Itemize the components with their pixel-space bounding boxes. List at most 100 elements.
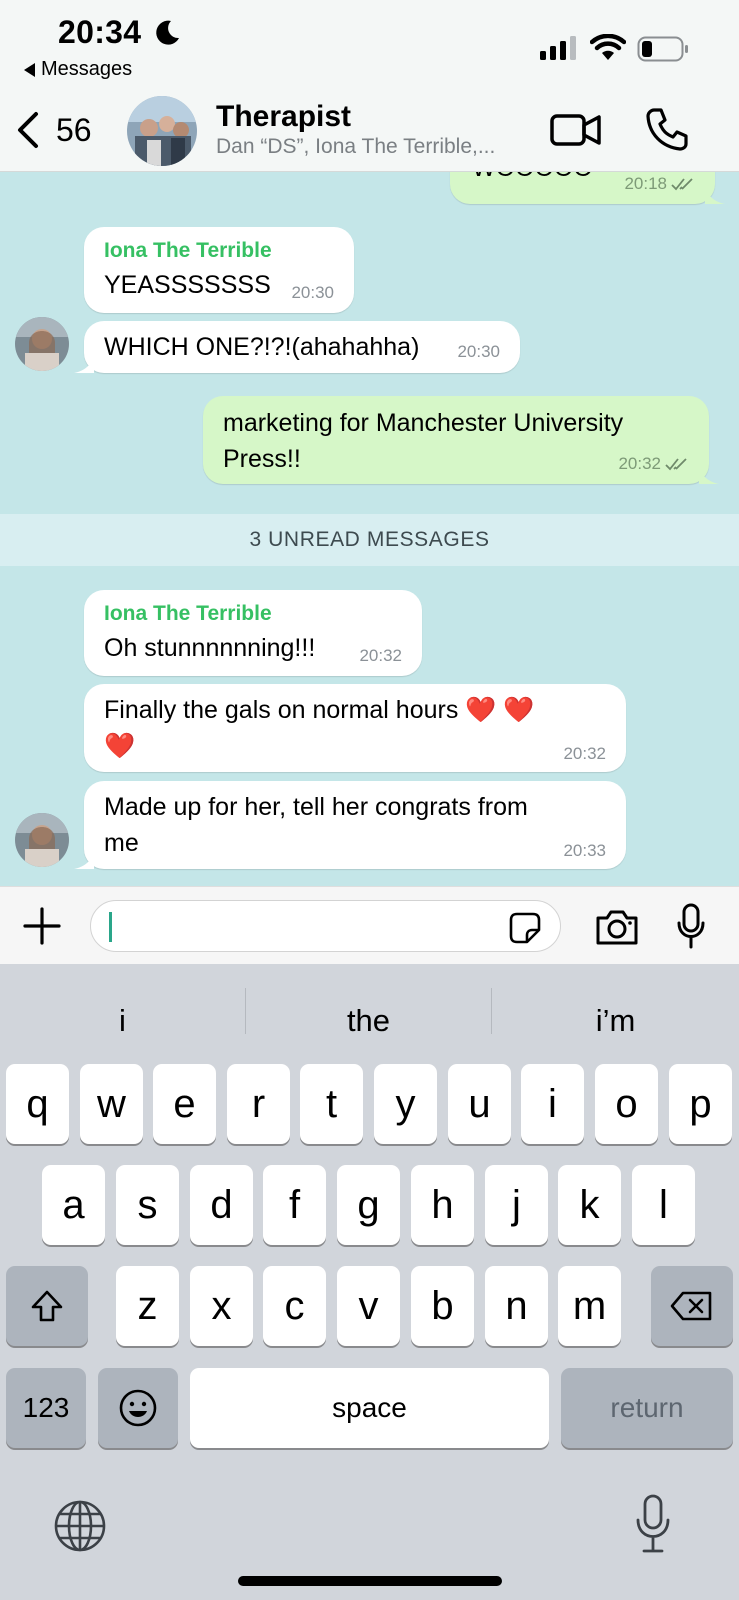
key-x[interactable]: x [190, 1266, 253, 1346]
battery-icon [637, 36, 688, 62]
sender-name[interactable]: Iona The Terrible [104, 239, 272, 263]
chat-header: 20:34 Messages 56 Therapist Dan “DS”, Io… [0, 0, 739, 172]
read-ticks-icon [671, 178, 693, 191]
message-text: Oh stunnnnnning!!! [104, 634, 316, 662]
sender-name[interactable]: Iona The Terrible [104, 602, 272, 626]
message-bubble[interactable]: Made up for her, tell her congrats from … [74, 781, 626, 869]
message-time: 20:33 [563, 841, 606, 860]
message-text: marketing for Manchester University [223, 409, 624, 437]
message-bubble[interactable]: WOOOOO 20:18 [450, 172, 725, 204]
key-l[interactable]: l [632, 1165, 695, 1245]
message-text: Made up for her, tell her congrats from [104, 793, 528, 821]
suggestion-1[interactable]: i [0, 988, 245, 1054]
message-bubble[interactable]: WHICH ONE?!?!(ahahahha) 20:30 [74, 321, 520, 373]
bubble-tail [74, 851, 94, 869]
group-avatar[interactable] [127, 96, 197, 166]
unread-chats-count: 56 [56, 111, 92, 148]
message-time: 20:30 [457, 342, 500, 361]
member-avatar[interactable] [15, 317, 69, 371]
message-text: YEASSSSSSS [104, 271, 271, 299]
member-photo-image [15, 317, 69, 371]
shift-icon [31, 1290, 63, 1322]
microphone-icon[interactable] [676, 903, 706, 949]
delete-key[interactable] [651, 1266, 733, 1346]
key-y[interactable]: y [374, 1064, 437, 1144]
back-app-label: Messages [41, 58, 133, 80]
space-key[interactable]: space [190, 1368, 549, 1448]
back-triangle-icon [24, 62, 35, 77]
bubble-tail [74, 355, 94, 373]
key-k[interactable]: k [558, 1165, 621, 1245]
back-to-messages-link[interactable]: Messages [24, 58, 132, 81]
key-r[interactable]: r [227, 1064, 290, 1144]
moon-icon [156, 20, 179, 45]
chevron-left-icon [18, 112, 38, 148]
key-v[interactable]: v [337, 1266, 400, 1346]
group-photo-image [127, 96, 197, 166]
message-text: ❤️ [104, 732, 136, 760]
voice-call-button[interactable] [644, 106, 690, 152]
message-input[interactable] [90, 900, 561, 952]
key-i[interactable]: i [521, 1064, 584, 1144]
emoji-icon [119, 1389, 157, 1427]
message-time: 20:32 [563, 744, 606, 763]
message-bubble[interactable]: Iona The Terrible Oh stunnnnnning!!! 20:… [84, 590, 422, 676]
status-time: 20:34 [58, 14, 142, 50]
message-bubble[interactable]: Iona The Terrible YEASSSSSSS 20:30 [84, 227, 354, 313]
keyboard: i the i’m q w e r t y u i o p a s d f g … [0, 964, 739, 1600]
key-f[interactable]: f [263, 1165, 326, 1245]
emoji-key[interactable] [98, 1368, 178, 1448]
key-m[interactable]: m [558, 1266, 621, 1346]
message-bubble[interactable]: marketing for Manchester University Pres… [203, 396, 719, 484]
chat-members-subtitle[interactable]: Dan “DS”, Iona The Terrible,... [216, 135, 495, 159]
read-ticks-icon [665, 458, 687, 471]
numbers-key[interactable]: 123 [6, 1368, 86, 1448]
message-text: WHICH ONE?!?!(ahahahha) [104, 333, 420, 361]
return-key[interactable]: return [561, 1368, 733, 1448]
bubble-tail [699, 466, 719, 484]
composer-bar [0, 886, 739, 964]
message-time: 20:32 [618, 454, 661, 473]
signal-icon [540, 36, 576, 60]
message-text: Finally the gals on normal hours ❤️ ❤️ [104, 696, 535, 724]
back-button[interactable]: 56 [14, 108, 92, 152]
chat-title[interactable]: Therapist [216, 100, 351, 134]
key-j[interactable]: j [485, 1165, 548, 1245]
message-text: me [104, 829, 139, 857]
key-d[interactable]: d [190, 1165, 253, 1245]
key-b[interactable]: b [411, 1266, 474, 1346]
message-list[interactable]: WOOOOO 20:18 Iona The Terrible YEASSSSSS… [0, 172, 739, 886]
key-a[interactable]: a [42, 1165, 105, 1245]
video-call-button[interactable] [550, 108, 602, 152]
key-g[interactable]: g [337, 1165, 400, 1245]
key-z[interactable]: z [116, 1266, 179, 1346]
message-time: 20:32 [359, 646, 402, 665]
key-u[interactable]: u [448, 1064, 511, 1144]
home-indicator[interactable] [238, 1576, 502, 1586]
camera-icon[interactable] [594, 907, 640, 947]
numbers-key-label: 123 [22, 1392, 70, 1423]
key-s[interactable]: s [116, 1165, 179, 1245]
suggestion-3[interactable]: i’m [492, 988, 739, 1054]
key-w[interactable]: w [80, 1064, 143, 1144]
shift-key[interactable] [6, 1266, 88, 1346]
key-h[interactable]: h [411, 1165, 474, 1245]
globe-icon[interactable] [53, 1499, 107, 1553]
message-bubble[interactable]: Finally the gals on normal hours ❤️ ❤️ ❤… [84, 684, 626, 772]
key-e[interactable]: e [153, 1064, 216, 1144]
key-q[interactable]: q [6, 1064, 69, 1144]
dictation-microphone-icon[interactable] [634, 1494, 672, 1554]
message-time: 20:30 [291, 283, 334, 302]
suggestion-2[interactable]: the [246, 988, 491, 1054]
key-p[interactable]: p [669, 1064, 732, 1144]
key-c[interactable]: c [263, 1266, 326, 1346]
attach-plus-button[interactable] [22, 906, 62, 946]
key-n[interactable]: n [485, 1266, 548, 1346]
sticker-icon[interactable] [508, 911, 542, 945]
member-avatar[interactable] [15, 813, 69, 867]
message-text: WOOOOO [472, 172, 593, 186]
key-t[interactable]: t [300, 1064, 363, 1144]
text-caret [109, 912, 112, 942]
member-photo-image [15, 813, 69, 867]
key-o[interactable]: o [595, 1064, 658, 1144]
